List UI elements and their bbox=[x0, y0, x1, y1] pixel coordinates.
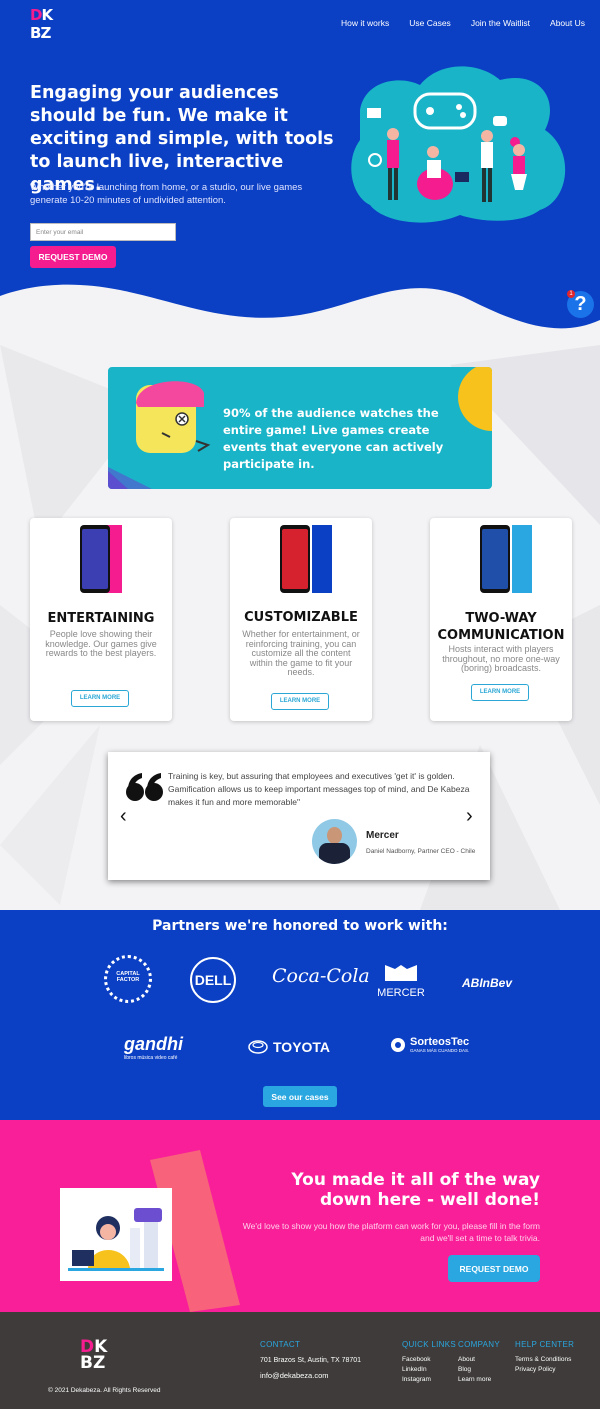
nav-how-it-works[interactable]: How it works bbox=[341, 18, 389, 28]
stat-text: 90% of the audience watches the entire g… bbox=[223, 406, 444, 471]
partner-logo-coca-cola: Coca-Cola bbox=[272, 965, 370, 987]
cta-request-demo-button[interactable]: REQUEST DEMO bbox=[448, 1255, 540, 1282]
footer-link-learn-more[interactable]: Learn more bbox=[458, 1375, 491, 1385]
help-notification-badge: 1 bbox=[567, 290, 575, 298]
brand-logo[interactable]: DK BZ bbox=[30, 7, 60, 41]
learn-more-button[interactable]: LEARN MORE bbox=[71, 690, 129, 707]
testimonial-quote: Training is key, but assuring that emplo… bbox=[168, 771, 470, 807]
feature-description: People love showing their knowledge. Our… bbox=[45, 629, 157, 658]
see-our-cases-button[interactable]: See our cases bbox=[263, 1086, 337, 1107]
testimonial-card: Training is key, but assuring that emplo… bbox=[108, 752, 490, 880]
footer-logo[interactable]: DK BZ bbox=[80, 1337, 107, 1373]
copyright: © 2021 Dekabeza. All Rights Reserved bbox=[48, 1387, 161, 1394]
toyota-emblem-icon bbox=[248, 1040, 268, 1054]
main-nav: How it works Use Cases Join the Waitlist… bbox=[341, 18, 585, 28]
learn-more-button[interactable]: LEARN MORE bbox=[271, 693, 329, 710]
feature-title: TWO-WAY COMMUNICATION bbox=[437, 611, 565, 643]
footer-email[interactable]: info@dekabeza.com bbox=[260, 1371, 329, 1380]
chevron-right-icon[interactable]: › bbox=[466, 806, 473, 826]
avatar bbox=[312, 819, 357, 864]
footer-contact-heading: CONTACT bbox=[260, 1340, 301, 1349]
cta-text: We'd love to show you how the platform c… bbox=[242, 1221, 540, 1243]
feature-description: Hosts interact with players throughout, … bbox=[442, 644, 560, 673]
partners-heading: Partners we're honored to work with: bbox=[152, 918, 448, 934]
phone-image bbox=[480, 525, 510, 593]
footer-quick-links-heading: QUICK LINKS bbox=[402, 1340, 456, 1349]
hero-illustration bbox=[367, 92, 527, 202]
footer-link-terms[interactable]: Terms & Conditions bbox=[515, 1355, 571, 1365]
partner-logo-capital-factor: CAPITAL FACTOR bbox=[104, 955, 152, 1003]
footer-link-privacy[interactable]: Privacy Policy bbox=[515, 1365, 555, 1375]
learn-more-button[interactable]: LEARN MORE bbox=[471, 684, 529, 701]
cta-section: You made it all of the way down here - w… bbox=[0, 1120, 600, 1312]
feature-card-customizable: CUSTOMIZABLE Whether for entertainment, … bbox=[230, 518, 372, 721]
footer-help-center-heading: HELP CENTER bbox=[515, 1340, 575, 1349]
feature-card-entertaining: ENTERTAINING People love showing their k… bbox=[30, 518, 172, 721]
partner-logo-sorteostec: SorteosTec GANAS MÁS CUANDO DAS. bbox=[390, 1036, 469, 1053]
feature-description: Whether for entertainment, or reinforcin… bbox=[242, 629, 360, 677]
footer-company-heading: COMPANY bbox=[458, 1340, 500, 1349]
footer-link-facebook[interactable]: Facebook bbox=[402, 1355, 431, 1365]
partner-logo-abinbev: ABInBev bbox=[462, 976, 513, 990]
partners-section: Partners we're honored to work with: CAP… bbox=[0, 910, 600, 1120]
phone-backdrop bbox=[312, 525, 332, 593]
request-demo-button[interactable]: REQUEST DEMO bbox=[30, 246, 116, 268]
nav-join-waitlist[interactable]: Join the Waitlist bbox=[471, 18, 530, 28]
cta-heading: You made it all of the way down here - w… bbox=[291, 1170, 540, 1210]
sorteostec-emblem-icon bbox=[391, 1037, 405, 1052]
nav-use-cases[interactable]: Use Cases bbox=[409, 18, 451, 28]
phone-image bbox=[280, 525, 310, 593]
testimonial-company: Mercer bbox=[366, 830, 399, 841]
chevron-left-icon[interactable]: ‹ bbox=[120, 806, 127, 826]
partner-logo-gandhi: gandhi libros música video café bbox=[124, 1034, 183, 1061]
partner-logo-dell: DELL bbox=[190, 957, 236, 1003]
partner-logo-mercer: MERCER bbox=[375, 963, 427, 1001]
phone-image bbox=[80, 525, 110, 593]
hero-headline: Engaging your audiences should be fun. W… bbox=[30, 83, 334, 195]
footer-address: 701 Brazos St, Austin, TX 78701 bbox=[260, 1357, 362, 1364]
partner-logo-toyota: TOYOTA bbox=[248, 1039, 330, 1055]
footer-link-about[interactable]: About bbox=[458, 1355, 475, 1365]
feature-title: CUSTOMIZABLE bbox=[244, 610, 358, 625]
footer-link-linkedin[interactable]: LinkedIn bbox=[402, 1365, 427, 1375]
phone-backdrop bbox=[512, 525, 532, 593]
footer-link-blog[interactable]: Blog bbox=[458, 1365, 471, 1375]
stat-banner: 90% of the audience watches the entire g… bbox=[108, 367, 492, 489]
cta-illustration bbox=[60, 1188, 172, 1281]
quote-icon bbox=[126, 773, 163, 801]
email-input[interactable] bbox=[30, 223, 176, 241]
nav-about-us[interactable]: About Us bbox=[550, 18, 585, 28]
hero-section: DK BZ How it works Use Cases Join the Wa… bbox=[0, 0, 600, 345]
testimonial-author: Daniel Nadborny, Partner CEO - Chile bbox=[366, 848, 476, 855]
feature-card-two-way: TWO-WAY COMMUNICATION Hosts interact wit… bbox=[430, 518, 572, 721]
footer-link-instagram[interactable]: Instagram bbox=[402, 1375, 431, 1385]
hero-subtext: Whether you're launching from home, or a… bbox=[30, 182, 303, 206]
feature-title: ENTERTAINING bbox=[47, 611, 155, 626]
footer: DK BZ © 2021 Dekabeza. All Rights Reserv… bbox=[0, 1312, 600, 1409]
